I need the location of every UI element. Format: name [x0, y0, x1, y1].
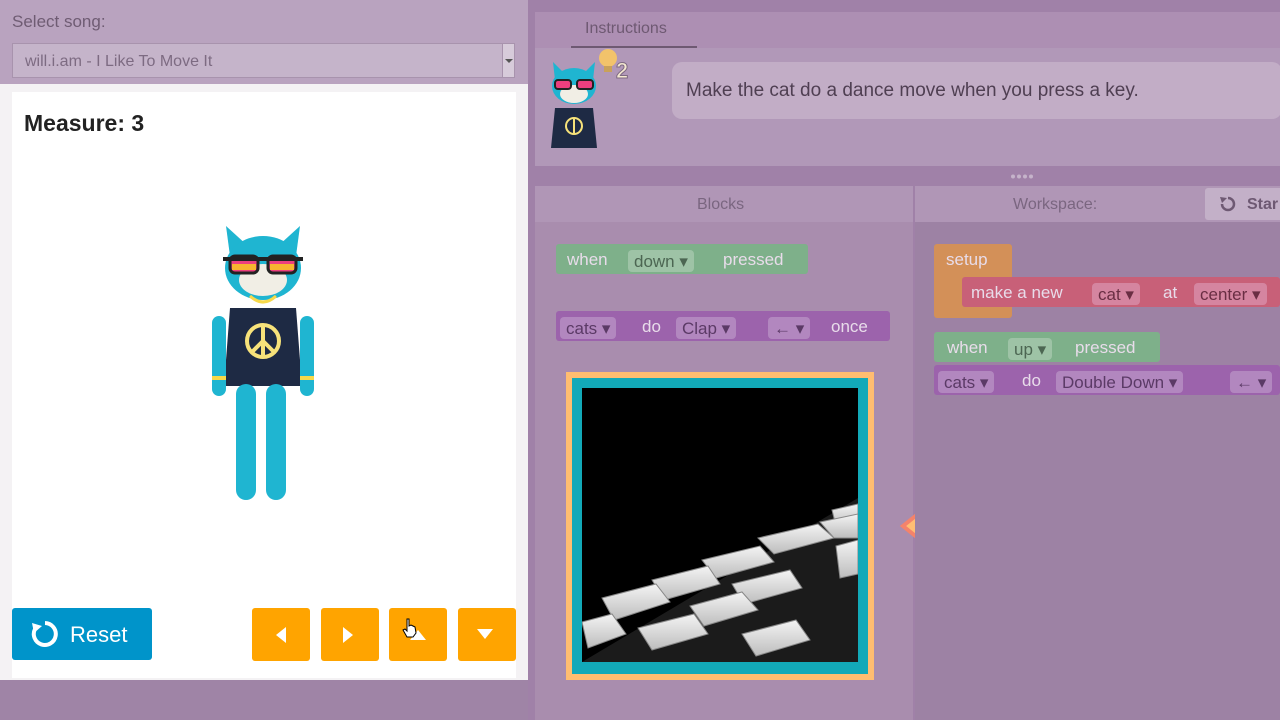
tab-instructions[interactable]: Instructions	[585, 20, 667, 38]
hint-count: 2	[616, 58, 628, 83]
block-text: do	[642, 317, 661, 336]
reset-icon	[31, 621, 58, 647]
song-select-label: Select song:	[12, 12, 106, 31]
position-dropdown[interactable]: center ▾	[1194, 283, 1267, 305]
block-text: setup	[946, 250, 988, 269]
do-move-block[interactable]: cats ▾ do Clap ▾ ← ▾ once	[556, 311, 890, 341]
cat-sprite	[208, 216, 318, 506]
key-dropdown[interactable]: down ▾	[628, 250, 694, 272]
down-arrow-button[interactable]	[458, 608, 516, 661]
target-dropdown[interactable]: cats ▾	[560, 317, 617, 339]
up-arrow-button[interactable]	[389, 608, 447, 661]
left-arrow-button[interactable]	[252, 608, 310, 661]
block-text: make a new	[971, 283, 1063, 302]
make-new-sprite-block[interactable]: make a new cat ▾ at center ▾	[962, 277, 1280, 307]
reset-label: Reset	[70, 622, 128, 647]
measure-label: Measure: 3	[24, 110, 145, 136]
key-dropdown[interactable]: up ▾	[1008, 338, 1053, 360]
target-dropdown[interactable]: cats ▾	[938, 371, 995, 393]
cat-avatar-icon	[551, 62, 597, 148]
song-select[interactable]: will.i.am - I Like To Move It	[12, 43, 515, 78]
left-panel-footer	[0, 680, 528, 720]
block-text: once	[831, 317, 868, 336]
chevron-down-icon[interactable]	[502, 44, 514, 77]
resize-grip-icon[interactable]	[1010, 174, 1034, 179]
instruction-text: Make the cat do a dance move when you pr…	[686, 80, 1139, 101]
stage-canvas: Measure: 3	[12, 92, 516, 678]
block-text: pressed	[723, 250, 784, 269]
move-dropdown[interactable]: Clap ▾	[676, 317, 737, 339]
when-key-pressed-block[interactable]: when down ▾ pressed	[556, 244, 808, 274]
start-over-label: Star	[1247, 196, 1279, 213]
arrow-left-icon	[276, 627, 286, 643]
do-double-down-block[interactable]: cats ▾ do Double Down ▾ ← ▾	[934, 365, 1280, 395]
arrow-right-icon	[343, 627, 353, 643]
block-text: when	[947, 338, 988, 357]
song-select-value: will.i.am - I Like To Move It	[25, 53, 213, 70]
sprite-kind-dropdown[interactable]: cat ▾	[1092, 283, 1140, 305]
keyboard-video	[582, 388, 858, 662]
reset-button[interactable]: Reset	[12, 608, 152, 660]
right-arrow-button[interactable]	[321, 608, 379, 661]
direction-dropdown[interactable]: ← ▾	[1230, 371, 1273, 393]
block-text: do	[1022, 371, 1041, 390]
blocks-header: Blocks	[535, 186, 913, 222]
arrow-down-icon	[477, 629, 493, 639]
hand-cursor-icon	[402, 618, 417, 638]
move-dropdown[interactable]: Double Down ▾	[1056, 371, 1184, 393]
lightbulb-icon[interactable]: 2	[596, 46, 636, 84]
start-over-button[interactable]: Star	[1205, 188, 1280, 220]
arrow-up-icon	[410, 630, 426, 640]
when-up-pressed-block[interactable]: when up ▾ pressed	[934, 332, 1160, 362]
direction-dropdown[interactable]: ← ▾	[768, 317, 811, 339]
workspace-title: Workspace:	[1013, 196, 1098, 213]
block-text: when	[567, 250, 608, 269]
restart-icon	[1220, 196, 1236, 212]
stage-area: Measure: 3	[0, 84, 528, 680]
blocks-title: Blocks	[697, 196, 745, 213]
block-text: pressed	[1075, 338, 1136, 357]
block-text: at	[1163, 283, 1178, 302]
